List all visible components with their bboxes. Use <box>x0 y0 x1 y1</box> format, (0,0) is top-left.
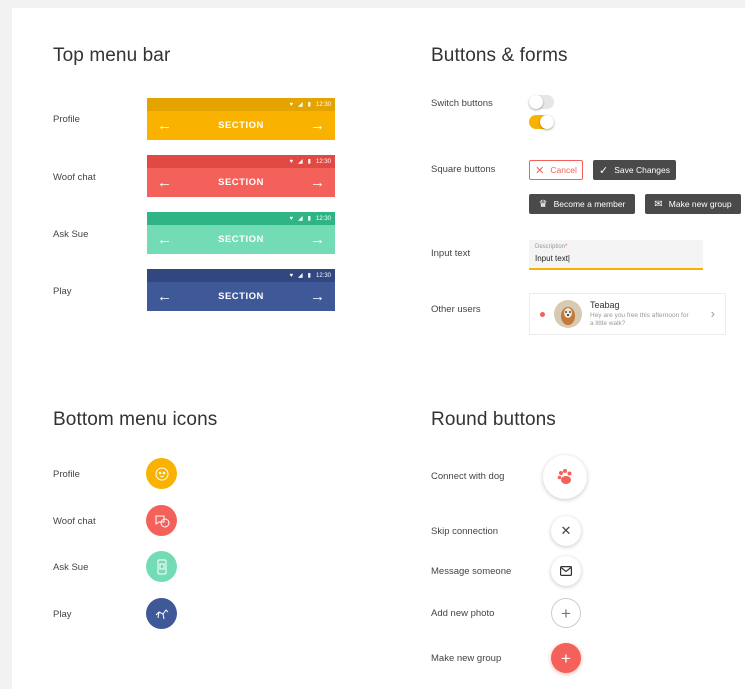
forward-arrow-icon[interactable]: → <box>310 232 325 247</box>
status-time: 12:30 <box>315 158 331 165</box>
make-new-group-button[interactable]: ✉ Make new group <box>645 194 741 214</box>
skip-connection-button[interactable]: ✕ <box>551 516 581 546</box>
bottom-label-profile: Profile <box>53 469 80 480</box>
message-someone-button[interactable] <box>551 556 581 586</box>
forward-arrow-icon[interactable]: → <box>310 175 325 190</box>
chevron-right-icon[interactable]: › <box>711 306 715 321</box>
description-input[interactable]: Description* Input text| <box>529 240 703 270</box>
signal-icon: ◢ <box>298 273 303 279</box>
bar-title: SECTION <box>218 291 264 302</box>
input-placeholder: Description <box>535 244 566 250</box>
status-time: 12:30 <box>315 215 331 222</box>
style-guide-card <box>12 8 745 689</box>
bottom-label-woof-chat: Woof chat <box>53 516 96 527</box>
forward-arrow-icon[interactable]: → <box>310 118 325 133</box>
buttons-forms-heading: Buttons & forms <box>431 45 568 66</box>
status-time: 12:30 <box>315 101 331 108</box>
switch-off[interactable] <box>529 95 554 109</box>
add-new-photo-button[interactable]: + <box>551 598 581 628</box>
heart-icon: ♥ <box>289 272 294 279</box>
bottom-label-ask-sue: Ask Sue <box>53 562 89 573</box>
top-bar-woof-chat: ♥ ◢ ▮ 12:30 ← SECTION → <box>147 155 335 197</box>
round-label-message: Message someone <box>431 566 512 577</box>
back-arrow-icon[interactable]: ← <box>157 289 172 304</box>
bottom-icons-heading: Bottom menu icons <box>53 409 218 430</box>
status-bar: ♥ ◢ ▮ 12:30 <box>147 212 335 225</box>
dog-face-icon[interactable] <box>146 458 177 489</box>
envelope-icon <box>560 566 572 576</box>
status-bar: ♥ ◢ ▮ 12:30 <box>147 98 335 111</box>
status-bar: ♥ ◢ ▮ 12:30 <box>147 155 335 168</box>
top-bar-play: ♥ ◢ ▮ 12:30 ← SECTION → <box>147 269 335 311</box>
bar-label-ask-sue: Ask Sue <box>53 229 89 240</box>
phone-icon[interactable] <box>146 551 177 582</box>
plus-icon: + <box>561 648 571 668</box>
battery-icon: ▮ <box>307 102 311 108</box>
become-member-button[interactable]: ♛ Become a member <box>529 194 635 214</box>
chat-bubbles-icon[interactable] <box>146 505 177 536</box>
close-icon: ✕ <box>560 523 572 538</box>
top-bar-profile: ♥ ◢ ▮ 12:30 ← SECTION → <box>147 98 335 140</box>
heart-icon: ♥ <box>289 215 294 222</box>
heart-icon: ♥ <box>289 101 294 108</box>
envelope-icon: ✉ <box>654 198 663 210</box>
input-label: Input text <box>431 248 471 259</box>
signal-icon: ◢ <box>298 159 303 165</box>
round-label-group: Make new group <box>431 653 502 664</box>
paw-icon <box>557 469 572 484</box>
forward-arrow-icon[interactable]: → <box>310 289 325 304</box>
round-buttons-heading: Round buttons <box>431 409 556 430</box>
signal-icon: ◢ <box>298 216 303 222</box>
back-arrow-icon[interactable]: ← <box>157 175 172 190</box>
input-value: Input text| <box>535 254 570 263</box>
back-arrow-icon[interactable]: ← <box>157 118 172 133</box>
avatar <box>554 300 582 328</box>
bar-label-woof-chat: Woof chat <box>53 172 96 183</box>
switch-label: Switch buttons <box>431 98 493 109</box>
check-icon: ✓ <box>599 164 609 177</box>
close-icon: ✕ <box>535 164 545 177</box>
battery-icon: ▮ <box>307 216 311 222</box>
signal-icon: ◢ <box>298 102 303 108</box>
status-time: 12:30 <box>315 272 331 279</box>
plus-icon: + <box>561 603 571 623</box>
bar-label-profile: Profile <box>53 114 80 125</box>
online-dot <box>540 312 545 317</box>
cancel-button[interactable]: ✕ Cancel <box>529 160 583 180</box>
round-label-connect: Connect with dog <box>431 471 505 482</box>
crown-icon: ♛ <box>538 198 548 210</box>
user-name: Teabag <box>590 300 620 310</box>
dog-play-icon[interactable] <box>146 598 177 629</box>
other-users-label: Other users <box>431 304 481 315</box>
bar-title: SECTION <box>218 120 264 131</box>
top-menu-heading: Top menu bar <box>53 45 171 66</box>
make-new-group-round-button[interactable]: + <box>551 643 581 673</box>
user-message: Hey are you free this afternoon for a li… <box>590 312 689 327</box>
bar-label-play: Play <box>53 286 72 297</box>
user-card[interactable]: Teabag Hey are you free this afternoon f… <box>529 293 726 335</box>
back-arrow-icon[interactable]: ← <box>157 232 172 247</box>
bottom-label-play: Play <box>53 609 72 620</box>
round-label-skip: Skip connection <box>431 526 499 537</box>
bar-title: SECTION <box>218 177 264 188</box>
round-label-photo: Add new photo <box>431 608 495 619</box>
heart-icon: ♥ <box>289 158 294 165</box>
square-buttons-label: Square buttons <box>431 164 496 175</box>
battery-icon: ▮ <box>307 159 311 165</box>
bar-title: SECTION <box>218 234 264 245</box>
save-changes-button[interactable]: ✓ Save Changes <box>593 160 676 180</box>
battery-icon: ▮ <box>307 273 311 279</box>
switch-on[interactable] <box>529 115 554 129</box>
top-bar-ask-sue: ♥ ◢ ▮ 12:30 ← SECTION → <box>147 212 335 254</box>
connect-with-dog-button[interactable] <box>543 455 587 499</box>
status-bar: ♥ ◢ ▮ 12:30 <box>147 269 335 282</box>
